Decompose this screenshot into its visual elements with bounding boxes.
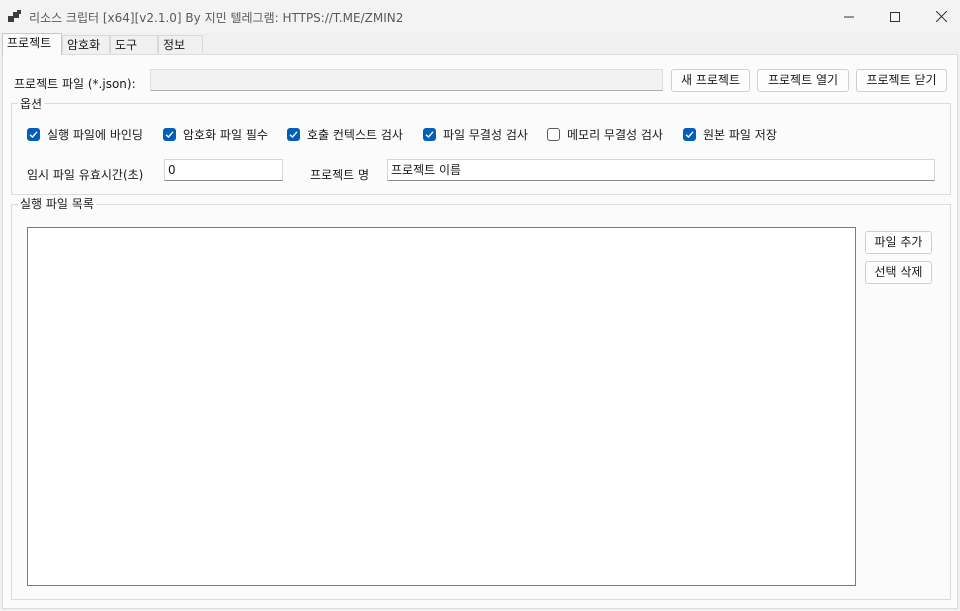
tab-encrypt[interactable]: 암호화 xyxy=(62,35,110,53)
executable-file-list[interactable] xyxy=(27,227,856,586)
check-icon xyxy=(27,127,40,141)
minimize-icon xyxy=(844,16,854,17)
close-project-button[interactable]: 프로젝트 닫기 xyxy=(856,69,947,92)
tab-project[interactable]: 프로젝트 xyxy=(2,33,62,55)
tab-page-project: 프로젝트 파일 (*.json): 새 프로젝트 프로젝트 열기 프로젝트 닫기… xyxy=(2,54,958,609)
checkbox-label: 암호화 파일 필수 xyxy=(183,127,268,142)
window-title: 리소스 크립터 [x64][v2.1.0] By 지민 텔레그램: HTTPS:… xyxy=(29,11,404,25)
app-window: 리소스 크립터 [x64][v2.1.0] By 지민 텔레그램: HTTPS:… xyxy=(0,0,960,611)
tab-tools[interactable]: 도구 xyxy=(110,35,158,53)
close-button[interactable] xyxy=(918,0,960,33)
check-icon xyxy=(163,127,176,141)
options-group xyxy=(11,103,951,195)
app-icon xyxy=(8,10,21,22)
new-project-button[interactable]: 새 프로젝트 xyxy=(671,69,750,92)
checkbox-label: 파일 무결성 검사 xyxy=(443,127,528,142)
checkbox-label: 원본 파일 저장 xyxy=(703,127,777,142)
checkbox-bind-executable[interactable]: 실행 파일에 바인딩 xyxy=(27,126,143,142)
project-file-label: 프로젝트 파일 (*.json): xyxy=(14,77,136,91)
options-group-title: 옵션 xyxy=(18,95,45,112)
checkbox-memory-integrity-check[interactable]: 메모리 무결성 검사 xyxy=(547,126,663,142)
open-project-button[interactable]: 프로젝트 열기 xyxy=(757,69,849,92)
file-list-group-title: 실행 파일 목록 xyxy=(18,195,96,212)
title-bar[interactable]: 리소스 크립터 [x64][v2.1.0] By 지민 텔레그램: HTTPS:… xyxy=(0,0,960,33)
project-name-label: 프로젝트 명 xyxy=(310,168,370,182)
check-icon xyxy=(423,127,436,141)
remove-selected-button[interactable]: 선택 삭제 xyxy=(865,261,932,284)
temp-file-ttl-label: 임시 파일 유효시간(초) xyxy=(27,168,144,182)
checkbox-require-encrypted-file[interactable]: 암호화 파일 필수 xyxy=(163,126,268,142)
checkbox-file-integrity-check[interactable]: 파일 무결성 검사 xyxy=(423,126,528,142)
check-icon xyxy=(683,127,696,141)
maximize-icon xyxy=(890,11,900,22)
checkbox-call-context-check[interactable]: 호출 컨텍스트 검사 xyxy=(287,126,403,142)
close-icon xyxy=(935,11,947,22)
checkbox-save-original-file[interactable]: 원본 파일 저장 xyxy=(683,126,777,142)
tab-info[interactable]: 정보 xyxy=(158,35,203,53)
maximize-button[interactable] xyxy=(872,0,918,33)
unchecked-box-icon xyxy=(547,127,560,141)
project-name-input[interactable]: 프로젝트 이름 xyxy=(387,159,935,181)
temp-file-ttl-input[interactable]: 0 xyxy=(164,159,283,181)
project-file-field[interactable] xyxy=(150,69,663,91)
tab-bar: 프로젝트 암호화 도구 정보 xyxy=(0,33,960,55)
check-icon xyxy=(287,127,300,141)
minimize-button[interactable] xyxy=(826,0,872,33)
checkbox-label: 호출 컨텍스트 검사 xyxy=(307,127,403,142)
checkbox-label: 실행 파일에 바인딩 xyxy=(47,127,143,142)
checkbox-label: 메모리 무결성 검사 xyxy=(567,127,663,142)
add-file-button[interactable]: 파일 추가 xyxy=(865,231,932,254)
